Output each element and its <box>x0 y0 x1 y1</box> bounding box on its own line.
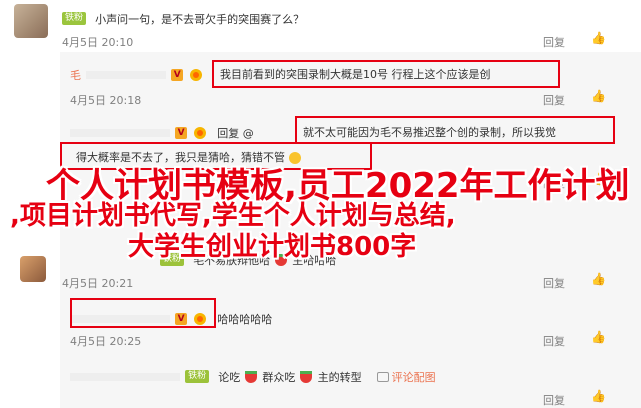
comment-date: 4月5日 20:10 <box>62 36 134 49</box>
reply-button[interactable]: 回复 <box>543 392 565 408</box>
vip-badge-icon: V <box>171 68 184 81</box>
watermark-line-3: 大学生创业计划书800字 <box>128 232 417 262</box>
like-icon[interactable]: 👍 <box>591 89 606 103</box>
reply-button[interactable]: 回复 <box>543 275 565 291</box>
highlight-box <box>295 116 615 144</box>
comment-text: 主的转型 <box>317 371 362 384</box>
like-icon[interactable]: 👍 <box>591 31 606 45</box>
comment-text: 哈哈哈哈哈 <box>217 313 273 326</box>
level-icon <box>190 68 203 81</box>
fan-badge: 铁粉 <box>185 370 210 383</box>
reply-prefix: 回复 @ <box>217 127 254 140</box>
reply-button[interactable]: 回复 <box>543 333 565 349</box>
comment-date: 4月5日 20:18 <box>70 94 142 107</box>
watermelon-emoji-icon <box>245 370 258 383</box>
highlight-box <box>212 60 560 88</box>
comment-date: 4月5日 20:25 <box>70 335 142 348</box>
like-icon[interactable]: 👍 <box>591 389 606 403</box>
comment-date: 4月5日 20:21 <box>62 277 134 290</box>
username[interactable]: 毛 <box>70 69 81 82</box>
like-icon[interactable]: 👍 <box>591 272 606 286</box>
fan-badge: 铁粉 <box>62 12 87 25</box>
image-comment-icon <box>376 371 389 382</box>
reply-button[interactable]: 回复 <box>543 92 565 108</box>
comment-text: 群众吃 <box>262 371 296 384</box>
comment-text: 论吃 <box>218 371 241 384</box>
comment-text: 小声问一句，是不去哥欠手的突围赛了么？ <box>95 13 305 26</box>
avatar[interactable] <box>20 256 46 282</box>
level-icon <box>194 126 207 139</box>
comment-image-link[interactable]: 评论配图 <box>392 371 436 384</box>
reply-button[interactable]: 回复 <box>543 34 565 50</box>
watermelon-emoji-icon <box>300 370 313 383</box>
avatar[interactable] <box>14 4 48 38</box>
vip-badge-icon: V <box>175 126 188 139</box>
highlight-box <box>70 298 216 328</box>
like-icon[interactable]: 👍 <box>591 330 606 344</box>
